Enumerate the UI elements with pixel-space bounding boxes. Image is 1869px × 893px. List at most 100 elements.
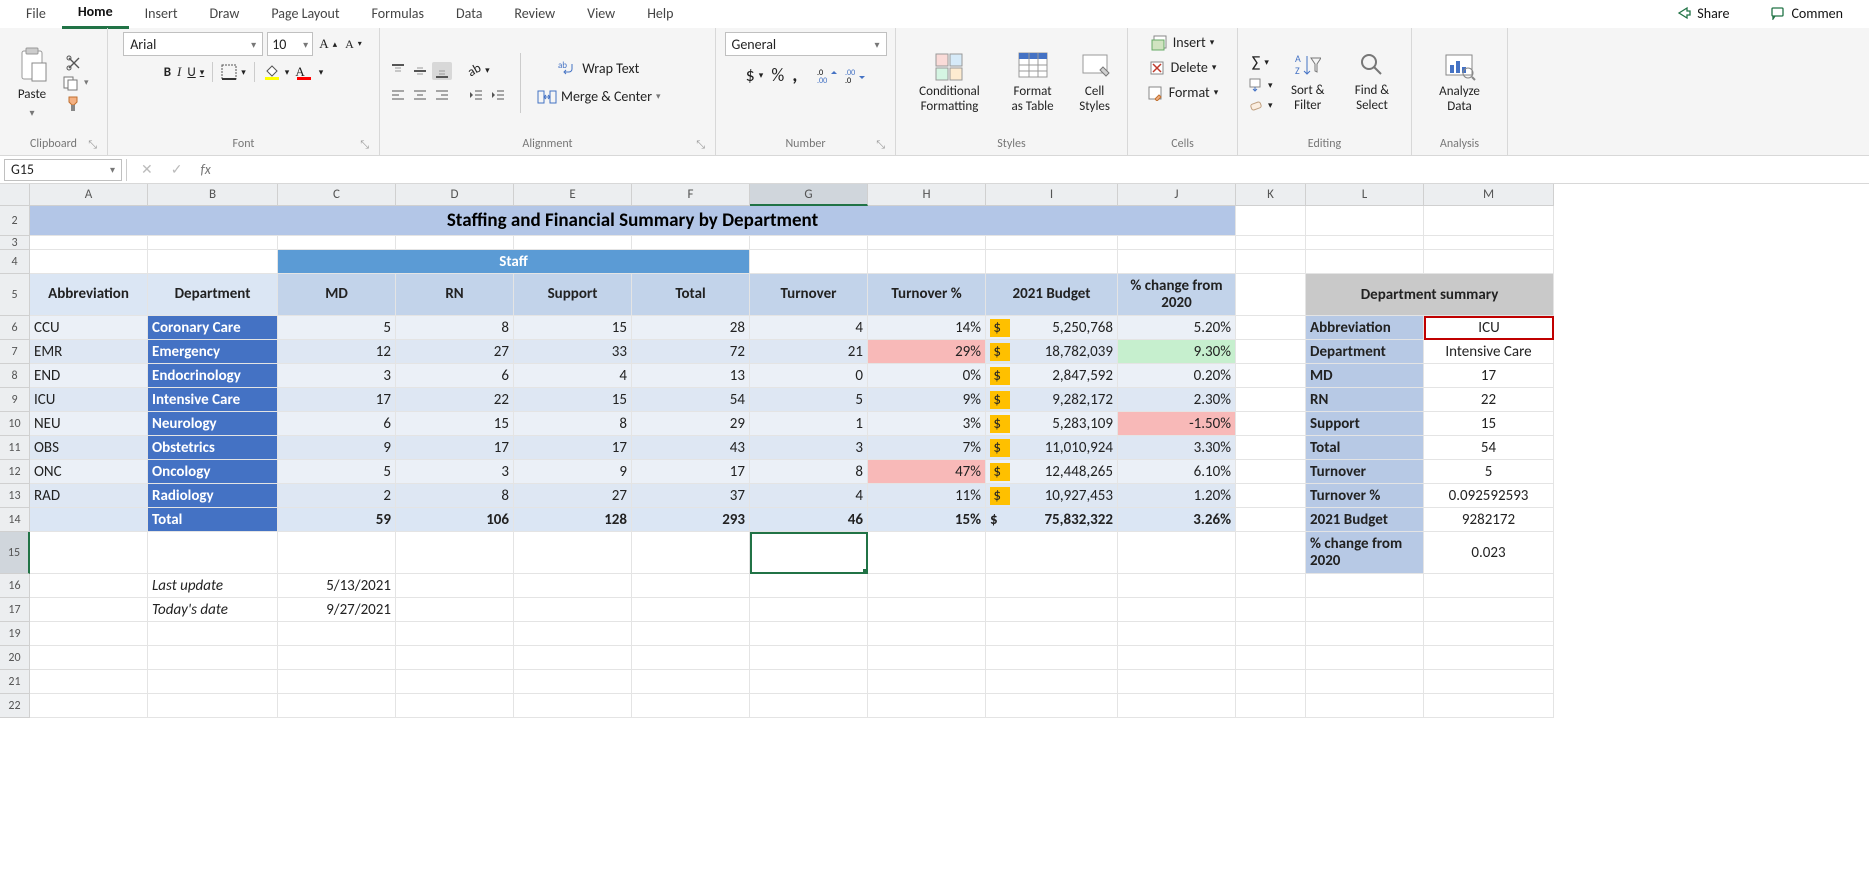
italic-button[interactable]: I: [175, 63, 183, 81]
cell[interactable]: 15: [514, 388, 632, 412]
col-header-B[interactable]: B: [148, 184, 278, 206]
alignment-dialog-launcher[interactable]: ⤡: [696, 138, 705, 152]
cell[interactable]: [1236, 508, 1306, 532]
summary-label[interactable]: RN: [1306, 388, 1424, 412]
select-all-corner[interactable]: [0, 184, 30, 206]
cell[interactable]: 43: [632, 436, 750, 460]
tab-page-layout[interactable]: Page Layout: [255, 1, 355, 28]
cell[interactable]: 46: [750, 508, 868, 532]
cell[interactable]: [1118, 670, 1236, 694]
column-header[interactable]: RN: [396, 274, 514, 316]
cell[interactable]: END: [30, 364, 148, 388]
cell[interactable]: 13: [632, 364, 750, 388]
cell[interactable]: 8: [396, 316, 514, 340]
row-header[interactable]: 11: [0, 436, 30, 460]
cell[interactable]: [986, 622, 1118, 646]
number-dialog-launcher[interactable]: ⤡: [876, 138, 885, 152]
align-right-button[interactable]: [432, 86, 452, 104]
align-top-button[interactable]: [388, 62, 408, 80]
align-left-button[interactable]: [388, 86, 408, 104]
row-header[interactable]: 10: [0, 412, 30, 436]
clear-button[interactable]: ▾: [1246, 97, 1275, 113]
tab-file[interactable]: File: [10, 1, 62, 28]
cell[interactable]: 128: [514, 508, 632, 532]
cell[interactable]: [30, 508, 148, 532]
cell[interactable]: 17: [632, 460, 750, 484]
cell[interactable]: [1118, 250, 1236, 274]
summary-value[interactable]: 5: [1424, 460, 1554, 484]
find-select-button[interactable]: Find & Select: [1341, 48, 1403, 117]
cell[interactable]: [278, 236, 396, 250]
cell[interactable]: [750, 574, 868, 598]
cell[interactable]: [396, 646, 514, 670]
format-cells-button[interactable]: Format▾: [1143, 82, 1223, 103]
cell[interactable]: 12: [278, 340, 396, 364]
cell[interactable]: [868, 622, 986, 646]
worksheet-grid[interactable]: ABCDEFGHIJKLM 2Staffing and Financial Su…: [0, 184, 1869, 718]
cell[interactable]: 3%: [868, 412, 986, 436]
tab-view[interactable]: View: [571, 1, 631, 28]
cell[interactable]: [868, 532, 986, 574]
increase-indent-button[interactable]: [488, 86, 508, 104]
format-as-table-button[interactable]: Format as Table: [999, 47, 1066, 118]
cell[interactable]: [514, 236, 632, 250]
row-header[interactable]: 20: [0, 646, 30, 670]
row-header[interactable]: 3: [0, 236, 30, 250]
format-painter-button[interactable]: [60, 94, 91, 112]
cell[interactable]: 8: [514, 412, 632, 436]
cell[interactable]: [1424, 236, 1554, 250]
row-header[interactable]: 12: [0, 460, 30, 484]
col-header-L[interactable]: L: [1306, 184, 1424, 206]
cell[interactable]: [986, 646, 1118, 670]
row-header[interactable]: 21: [0, 670, 30, 694]
cell[interactable]: 28: [632, 316, 750, 340]
wrap-text-button[interactable]: abWrap Text: [533, 58, 665, 80]
cell[interactable]: 4: [514, 364, 632, 388]
cell[interactable]: 8: [750, 460, 868, 484]
summary-label[interactable]: Department: [1306, 340, 1424, 364]
cell[interactable]: [1306, 206, 1424, 236]
cell[interactable]: 0%: [868, 364, 986, 388]
cell[interactable]: [986, 598, 1118, 622]
cell[interactable]: [1118, 622, 1236, 646]
cell[interactable]: 27: [514, 484, 632, 508]
cell[interactable]: [1118, 598, 1236, 622]
cell[interactable]: 9: [514, 460, 632, 484]
row-header[interactable]: 16: [0, 574, 30, 598]
cell[interactable]: [1118, 646, 1236, 670]
decrease-font-button[interactable]: A▾: [343, 36, 364, 53]
row-header[interactable]: 8: [0, 364, 30, 388]
budget-cell[interactable]: $9,282,172: [986, 388, 1118, 412]
cell[interactable]: [1236, 532, 1306, 574]
cell[interactable]: NEU: [30, 412, 148, 436]
summary-value[interactable]: 0.023: [1424, 532, 1554, 574]
row-header[interactable]: 9: [0, 388, 30, 412]
column-header[interactable]: Support: [514, 274, 632, 316]
cell[interactable]: 106: [396, 508, 514, 532]
comma-button[interactable]: ,: [790, 62, 799, 88]
summary-value[interactable]: ICU: [1424, 316, 1554, 340]
summary-label[interactable]: 2021 Budget: [1306, 508, 1424, 532]
cell[interactable]: [1118, 694, 1236, 718]
cell[interactable]: 0.20%: [1118, 364, 1236, 388]
cell[interactable]: 17: [396, 436, 514, 460]
cell[interactable]: [986, 694, 1118, 718]
dept-cell[interactable]: Obstetrics: [148, 436, 278, 460]
cancel-formula-button[interactable]: ✕: [133, 161, 161, 178]
delete-cells-button[interactable]: Delete▾: [1145, 57, 1221, 78]
cell[interactable]: 3: [278, 364, 396, 388]
cell[interactable]: [632, 236, 750, 250]
col-header-G[interactable]: G: [750, 184, 868, 206]
align-middle-button[interactable]: [410, 62, 430, 80]
budget-cell[interactable]: $5,250,768: [986, 316, 1118, 340]
summary-label[interactable]: Abbreviation: [1306, 316, 1424, 340]
cell[interactable]: [1236, 646, 1306, 670]
cell[interactable]: [1306, 236, 1424, 250]
cell[interactable]: [1424, 598, 1554, 622]
dept-cell[interactable]: Coronary Care: [148, 316, 278, 340]
summary-value[interactable]: 17: [1424, 364, 1554, 388]
cell[interactable]: [1236, 364, 1306, 388]
cell[interactable]: [986, 574, 1118, 598]
tab-formulas[interactable]: Formulas: [356, 1, 440, 28]
row-header[interactable]: 14: [0, 508, 30, 532]
